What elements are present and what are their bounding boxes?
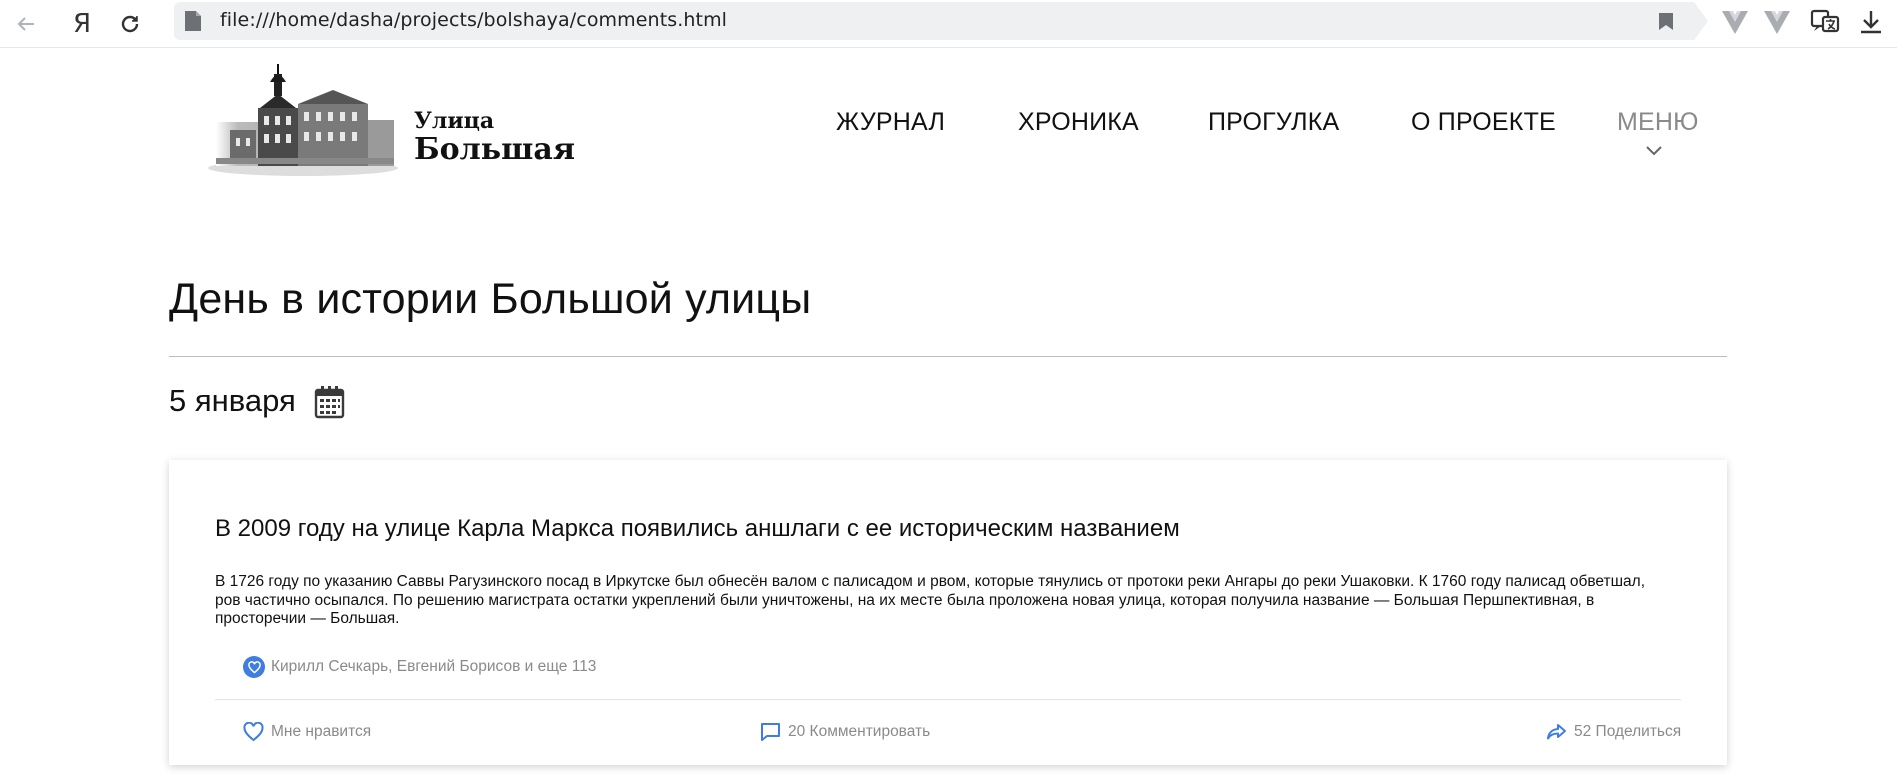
history-post-card: В 2009 году на улице Карла Маркса появил… xyxy=(169,460,1727,765)
translate-icon[interactable] xyxy=(1810,8,1840,36)
page-title: День в истории Большой улицы xyxy=(169,275,812,323)
yandex-button[interactable]: Я xyxy=(64,6,100,42)
heart-icon xyxy=(243,722,264,742)
logo-title-small: Улица xyxy=(414,108,495,134)
card-divider xyxy=(215,699,1681,700)
post-text-line: В 1726 году по указанию Саввы Рагузинско… xyxy=(215,573,1646,590)
share-button-label: 52 Поделиться xyxy=(1574,723,1682,740)
logo-title-large: Большая xyxy=(414,132,576,167)
post-text-line: просторечии — Большая. xyxy=(215,610,400,627)
nav-item-menu[interactable]: МЕНЮ xyxy=(1617,108,1699,137)
building-logo-image xyxy=(208,64,398,176)
url-text[interactable]: file:///home/dasha/projects/bolshaya/com… xyxy=(220,9,727,31)
nav-item-chronicle[interactable]: ХРОНИКА xyxy=(1018,108,1139,137)
download-icon[interactable] xyxy=(1856,8,1886,36)
nav-item-journal[interactable]: ЖУРНАЛ xyxy=(836,108,945,137)
post-text-line: ров частично осыпался. По решению магист… xyxy=(215,591,1595,609)
like-button-label: Мне нравится xyxy=(271,723,372,740)
like-button[interactable]: Мне нравится xyxy=(243,722,371,742)
likes-summary[interactable]: Кирилл Сечкарь, Евгений Борисов и еще 11… xyxy=(243,656,596,678)
title-divider xyxy=(169,356,1727,357)
bookmark-icon[interactable] xyxy=(1658,12,1674,31)
date-label: 5 января xyxy=(169,383,296,418)
nav-item-about[interactable]: О ПРОЕКТЕ xyxy=(1411,108,1556,137)
reload-button[interactable] xyxy=(112,6,148,42)
address-bar-tip xyxy=(1694,2,1708,40)
comment-button-label: 20 Комментировать xyxy=(788,723,931,740)
nav-item-walk[interactable]: ПРОГУЛКА xyxy=(1208,108,1339,137)
heart-icon xyxy=(247,660,261,674)
back-arrow-icon xyxy=(17,17,34,31)
post-title[interactable]: В 2009 году на улице Карла Маркса появил… xyxy=(215,515,1180,543)
reload-icon xyxy=(121,15,139,33)
vue-devtools-icon[interactable] xyxy=(1762,8,1792,36)
calendar-icon[interactable] xyxy=(314,385,345,419)
comment-icon xyxy=(761,723,780,741)
vue-devtools-icon[interactable] xyxy=(1720,8,1750,36)
like-badge xyxy=(243,656,265,678)
share-icon xyxy=(1547,724,1566,740)
likes-summary-text: Кирилл Сечкарь, Евгений Борисов и еще 11… xyxy=(271,658,597,675)
document-icon xyxy=(185,11,201,31)
post-text: В 1726 году по указанию Саввы Рагузинско… xyxy=(215,573,1685,629)
site-logo[interactable]: Улица Большая xyxy=(206,60,604,180)
share-button[interactable]: 52 Поделиться xyxy=(1546,722,1681,742)
comment-button[interactable]: 20 Комментировать xyxy=(760,722,930,742)
back-button[interactable] xyxy=(8,6,44,42)
chevron-down-icon[interactable] xyxy=(1645,145,1663,157)
browser-toolbar: Я file:///home/dasha/projects/bolshaya/c… xyxy=(0,0,1897,48)
